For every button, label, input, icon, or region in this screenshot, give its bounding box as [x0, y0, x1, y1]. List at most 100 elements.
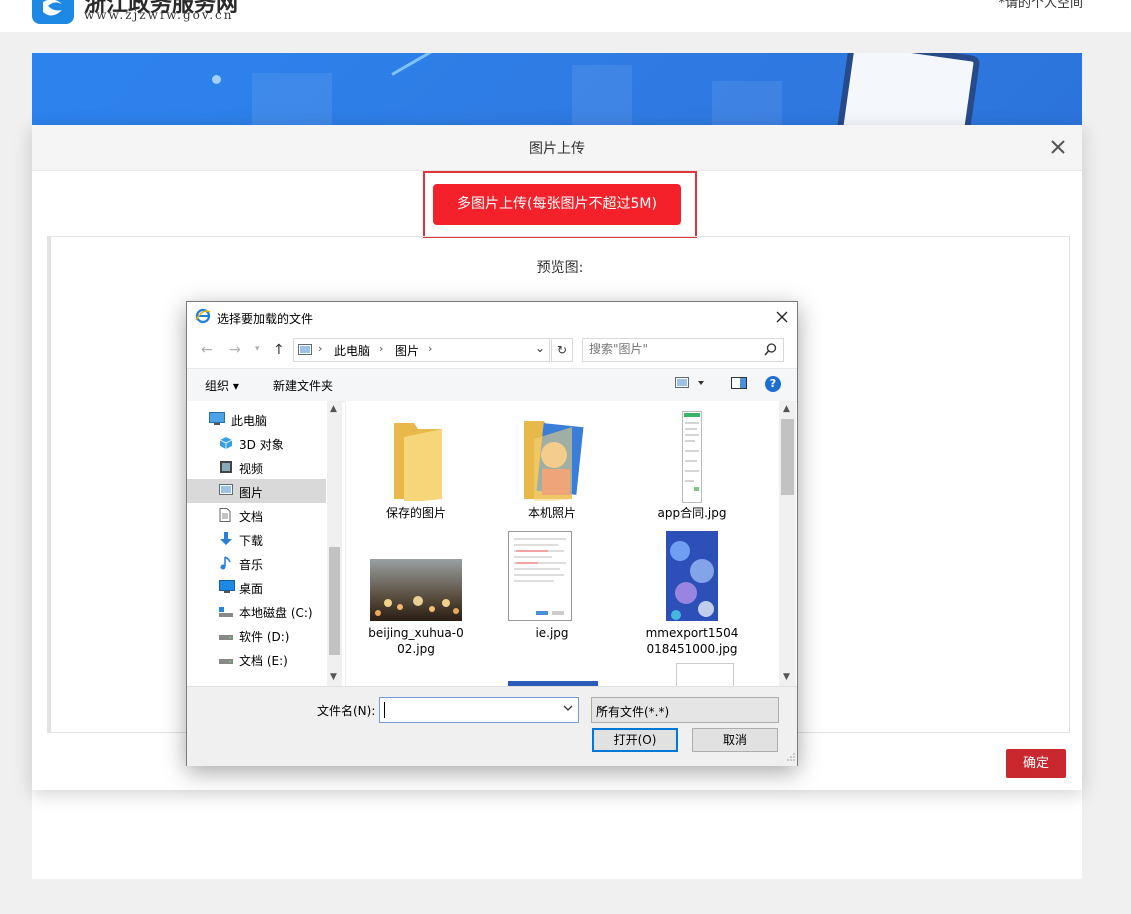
- bokeh-thumbnail: [370, 559, 462, 621]
- resize-grip-icon[interactable]: [787, 750, 795, 764]
- filename-input[interactable]: [379, 697, 579, 723]
- hero-banner: [32, 53, 1082, 125]
- nav-item-drive-e[interactable]: 文档 (E:): [187, 647, 326, 671]
- multi-image-upload-button[interactable]: 多图片上传(每张图片不超过5M): [433, 184, 681, 225]
- video-icon: [219, 460, 233, 474]
- scrollbar-thumb[interactable]: [329, 547, 340, 655]
- drive-icon: [219, 604, 233, 618]
- banner-dot: [212, 75, 221, 84]
- navigation-scrollbar[interactable]: ▲ ▼: [327, 401, 342, 686]
- banner-streak: [391, 53, 514, 76]
- modal-header: 图片上传: [32, 125, 1082, 171]
- file-label: ie.jpg: [535, 626, 569, 640]
- file-type-select[interactable]: 所有文件(*.*): [591, 697, 779, 723]
- forward-arrow-icon[interactable]: →: [229, 342, 241, 358]
- desktop-icon: [219, 580, 235, 594]
- music-icon: [219, 556, 233, 570]
- breadcrumb-separator: ›: [379, 342, 384, 355]
- filename-label: 文件名(N):: [317, 704, 376, 718]
- search-box[interactable]: [582, 338, 784, 362]
- search-icon[interactable]: [764, 343, 777, 359]
- chevron-down-icon[interactable]: [562, 702, 574, 717]
- modal-title: 图片上传: [529, 141, 585, 157]
- file-open-dialog: 选择要加载的文件 ← → ▾ ↑ › 此电脑 › 图片 › ⌄ ↻ 组织: [186, 301, 798, 766]
- cancel-button[interactable]: 取消: [692, 728, 778, 752]
- 3d-objects-icon: [219, 436, 233, 450]
- file-item-app-contract[interactable]: app合同.jpg: [632, 411, 752, 521]
- new-folder-button[interactable]: 新建文件夹: [273, 377, 333, 394]
- file-item-saved-pictures[interactable]: 保存的图片: [356, 411, 476, 521]
- scroll-up-icon[interactable]: ▲: [783, 404, 790, 414]
- nav-item-desktop[interactable]: 桌面: [187, 575, 326, 599]
- file-item-mmexport[interactable]: mmexport1504 018451000.jpg: [632, 531, 752, 661]
- nav-item-label: 桌面: [239, 582, 264, 596]
- organize-menu[interactable]: 组织 ▾: [205, 377, 239, 394]
- nav-item-music[interactable]: 音乐: [187, 551, 326, 575]
- chevron-down-icon[interactable]: [596, 702, 774, 717]
- site-header: 浙江政务服务网 www.zjzwfw.gov.cn *请的个人空间: [0, 0, 1131, 32]
- open-button[interactable]: 打开(O): [592, 728, 678, 752]
- files-pane: 保存的图片 本机照片 app合同.jpg beijing_xuhua-0 02.…: [345, 401, 780, 686]
- refresh-icon[interactable]: ↻: [551, 338, 573, 362]
- nav-item-downloads[interactable]: 下载: [187, 527, 326, 551]
- search-input[interactable]: [589, 342, 749, 356]
- nav-item-drive-d[interactable]: 软件 (D:): [187, 623, 326, 647]
- help-icon[interactable]: ?: [765, 376, 781, 392]
- nav-item-drive-c[interactable]: 本地磁盘 (C:): [187, 599, 326, 623]
- photo-folder-icon: [524, 421, 584, 501]
- site-url: www.zjzwfw.gov.cn: [84, 8, 234, 22]
- nav-item-this-pc[interactable]: 此电脑: [187, 407, 326, 431]
- preview-label: 预览图:: [536, 260, 584, 276]
- nav-item-label: 文档 (E:): [239, 654, 288, 668]
- breadcrumb-separator: ›: [428, 342, 433, 355]
- nav-item-label: 软件 (D:): [239, 630, 290, 644]
- pictures-location-icon: [298, 344, 312, 358]
- scroll-up-icon[interactable]: ▲: [330, 404, 337, 414]
- nav-item-label: 3D 对象: [239, 438, 284, 452]
- file-item-ie[interactable]: ie.jpg: [492, 531, 612, 661]
- nav-item-label: 此电脑: [231, 414, 268, 428]
- nav-item-label: 音乐: [239, 558, 264, 572]
- close-icon[interactable]: [1048, 137, 1068, 157]
- preview-pane-icon[interactable]: [731, 377, 747, 392]
- breadcrumb-separator: ›: [318, 342, 323, 355]
- nav-item-documents[interactable]: 文档: [187, 503, 326, 527]
- breadcrumb-pictures[interactable]: 图片: [395, 342, 419, 359]
- file-item-camera-roll[interactable]: 本机照片: [492, 411, 612, 521]
- scroll-down-icon[interactable]: ▼: [783, 672, 790, 682]
- address-dropdown-icon[interactable]: ⌄: [535, 341, 545, 355]
- dialog-toolbar: 组织 ▾ 新建文件夹 ?: [187, 368, 797, 402]
- dialog-bottom-bar: 文件名(N): 所有文件(*.*) 打开(O) 取消: [187, 686, 797, 766]
- confirm-button[interactable]: 确定: [1006, 749, 1066, 778]
- text-caret: [384, 702, 385, 718]
- scroll-down-icon[interactable]: ▼: [330, 672, 337, 682]
- back-arrow-icon[interactable]: ←: [201, 342, 213, 358]
- dialog-close-icon[interactable]: [773, 308, 791, 326]
- scrollbar-thumb[interactable]: [781, 419, 794, 495]
- nav-item-label: 本地磁盘 (C:): [239, 606, 313, 620]
- breadcrumb-this-pc[interactable]: 此电脑: [334, 342, 370, 359]
- files-scrollbar[interactable]: ▲ ▼: [779, 401, 796, 686]
- file-label: mmexport1504 018451000.jpg: [645, 626, 739, 656]
- nav-item-pictures[interactable]: 图片: [187, 479, 326, 503]
- banner-clipboard-illustration: [835, 53, 981, 125]
- recent-chevron-icon[interactable]: ▾: [255, 344, 260, 354]
- address-bar[interactable]: › 此电脑 › 图片 › ⌄: [293, 338, 550, 362]
- personal-space-link[interactable]: *请的个人空间: [998, 0, 1083, 11]
- nav-item-label: 文档: [239, 510, 264, 524]
- artwork-thumbnail: [666, 531, 718, 621]
- file-item-beijing-xuhua[interactable]: beijing_xuhua-0 02.jpg: [356, 531, 476, 661]
- pictures-icon: [219, 484, 233, 498]
- view-options-icon[interactable]: [675, 377, 705, 392]
- navigation-pane: 此电脑 3D 对象 视频 图片 文档 下载 音乐 桌面 本地磁盘 (C:) 软件…: [187, 401, 342, 686]
- file-label: 保存的图片: [385, 506, 446, 520]
- folder-icon: [394, 423, 442, 501]
- pc-icon: [209, 412, 225, 426]
- nav-item-videos[interactable]: 视频: [187, 455, 326, 479]
- nav-item-3d-objects[interactable]: 3D 对象: [187, 431, 326, 455]
- site-logo[interactable]: [32, 0, 74, 24]
- nav-item-label: 视频: [239, 462, 264, 476]
- dialog-title: 选择要加载的文件: [217, 312, 314, 326]
- up-arrow-icon[interactable]: ↑: [273, 342, 285, 358]
- nav-item-label: 图片: [239, 486, 264, 500]
